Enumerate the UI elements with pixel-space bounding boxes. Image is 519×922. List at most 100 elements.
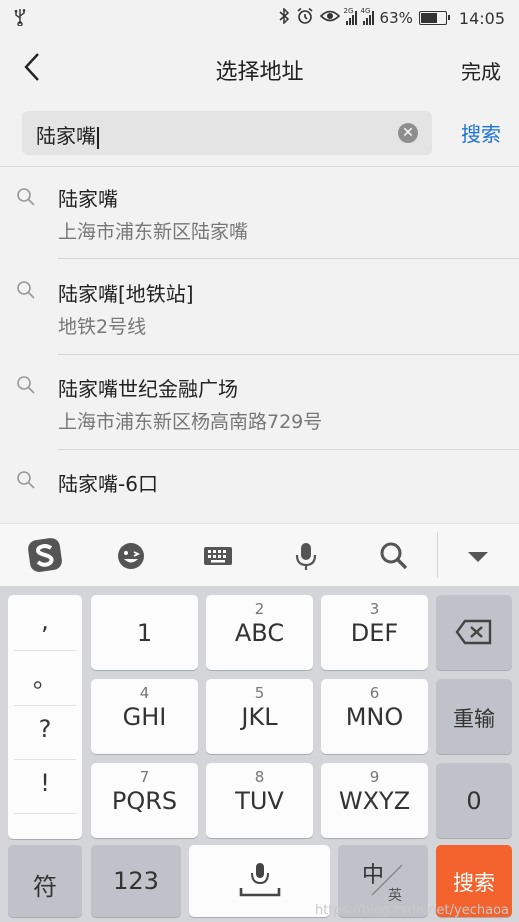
search-icon (17, 471, 35, 489)
key-pqrs[interactable]: 7 PQRS (91, 763, 198, 838)
search-button[interactable]: 搜索 (461, 118, 501, 147)
result-name: 陆家嘴 (58, 187, 118, 211)
toolbar-divider (437, 532, 438, 578)
list-item[interactable]: 陆家嘴世纪金融广场 上海市浦东新区杨高南路729号 (0, 357, 519, 452)
key-label: 123 (113, 867, 159, 895)
microphone-icon[interactable] (288, 538, 324, 574)
result-name: 陆家嘴[地铁站] (58, 282, 194, 306)
divider (14, 705, 76, 706)
space-microphone-icon (239, 863, 281, 897)
key-digit: 9 (369, 768, 380, 786)
key-label: JKL (241, 703, 278, 731)
punct-key[interactable]: ? (8, 715, 82, 743)
text-caret (97, 126, 99, 149)
divider (14, 813, 76, 814)
search-bar: 陆家嘴 ✕ 搜索 (0, 102, 519, 167)
search-icon (17, 376, 35, 394)
battery-icon (418, 11, 450, 25)
punct-key[interactable]: , (8, 607, 82, 635)
key-label: PQRS (111, 787, 178, 815)
search-icon[interactable] (376, 538, 412, 574)
key-0[interactable]: 0 (436, 763, 512, 838)
clear-icon[interactable]: ✕ (398, 123, 418, 143)
list-item[interactable]: 陆家嘴 上海市浦东新区陆家嘴 (0, 167, 519, 262)
result-address: 上海市浦东新区杨高南路729号 (58, 411, 323, 433)
key-label: GHI (122, 703, 167, 731)
usb-icon (14, 8, 26, 30)
status-bar: 2G 4G 63% 14:05 (0, 0, 519, 36)
signal-4g-label: 4G (360, 7, 371, 15)
key-1[interactable]: 1 (91, 595, 198, 670)
keyboard-icon[interactable] (200, 538, 236, 574)
backspace-icon (455, 619, 492, 645)
search-query: 陆家嘴 (36, 124, 96, 148)
key-digit: 8 (254, 768, 265, 786)
divider (58, 449, 519, 450)
search-icon (17, 188, 35, 206)
reinput-button[interactable]: 重输 (436, 679, 512, 754)
key-mno[interactable]: 6 MNO (321, 679, 428, 754)
key-label: 符 (33, 873, 57, 901)
key-wxyz[interactable]: 9 WXYZ (321, 763, 428, 838)
soft-keyboard: , 。 ? ! 1 2 ABC 3 DEF 4 GHI 5 JKL 6 MNO … (0, 523, 519, 922)
signal-2g-label: 2G (343, 7, 354, 15)
bluetooth-icon (278, 7, 290, 28)
key-label: DEF (350, 619, 399, 647)
result-address: 上海市浦东新区陆家嘴 (58, 221, 249, 243)
keyboard-toolbar (0, 523, 519, 586)
backspace-button[interactable] (436, 595, 512, 670)
key-label: TUV (235, 787, 284, 815)
punct-key[interactable]: 。 (8, 659, 82, 694)
key-ghi[interactable]: 4 GHI (91, 679, 198, 754)
divider (14, 759, 76, 760)
punctuation-column[interactable]: , 。 ? ! (8, 595, 82, 839)
search-input-value: 陆家嘴 (36, 120, 99, 149)
key-digit: 7 (139, 768, 150, 786)
key-digit: 2 (254, 600, 265, 618)
key-abc[interactable]: 2 ABC (206, 595, 313, 670)
alarm-icon (296, 7, 314, 29)
key-digit: 3 (369, 600, 380, 618)
key-label: WXYZ (338, 787, 411, 815)
symbol-button[interactable]: 符 (8, 845, 82, 917)
result-address: 地铁2号线 (58, 316, 147, 338)
key-digit: 5 (254, 684, 265, 702)
eye-icon (319, 9, 340, 27)
space-button[interactable] (189, 845, 330, 917)
result-list: 陆家嘴 上海市浦东新区陆家嘴 陆家嘴[地铁站] 地铁2号线 陆家嘴世纪金融广场 … (0, 167, 519, 523)
title-bar: 选择地址 完成 (0, 36, 519, 102)
key-digit: 4 (139, 684, 150, 702)
list-item[interactable]: 陆家嘴-6口 (0, 452, 519, 523)
divider (58, 354, 519, 355)
signal-2g-icon: 2G (344, 7, 357, 25)
list-item[interactable]: 陆家嘴[地铁站] 地铁2号线 (0, 262, 519, 357)
divider (58, 258, 519, 259)
key-jkl[interactable]: 5 JKL (206, 679, 313, 754)
result-name: 陆家嘴-6口 (58, 472, 158, 496)
search-input[interactable]: 陆家嘴 ✕ (22, 111, 432, 155)
key-digit: 6 (369, 684, 380, 702)
key-tuv[interactable]: 8 TUV (206, 763, 313, 838)
emoji-icon[interactable] (113, 538, 149, 574)
battery-percent: 63% (379, 9, 413, 27)
sogou-logo-icon[interactable] (26, 536, 62, 572)
key-label: 搜索 (453, 871, 495, 895)
number-mode-button[interactable]: 123 (91, 845, 181, 917)
done-button[interactable]: 完成 (461, 56, 501, 85)
key-label: ABC (234, 619, 285, 647)
key-def[interactable]: 3 DEF (321, 595, 428, 670)
divider (14, 650, 76, 651)
watermark: https://blog.csdn.net/yechaoa (314, 903, 509, 918)
page-title: 选择地址 (215, 60, 304, 85)
signal-4g-icon: 4G (361, 7, 374, 25)
key-label: 重输 (453, 707, 495, 731)
key-label: 0 (466, 787, 482, 815)
key-label: MNO (345, 703, 404, 731)
collapse-keyboard-icon[interactable] (460, 538, 496, 574)
clock: 14:05 (458, 8, 505, 28)
punct-key[interactable]: ! (8, 769, 82, 797)
lang-sub-label: 英 (388, 888, 402, 904)
result-name: 陆家嘴世纪金融广场 (58, 377, 238, 401)
search-icon (17, 281, 35, 299)
key-label: 1 (136, 619, 153, 647)
